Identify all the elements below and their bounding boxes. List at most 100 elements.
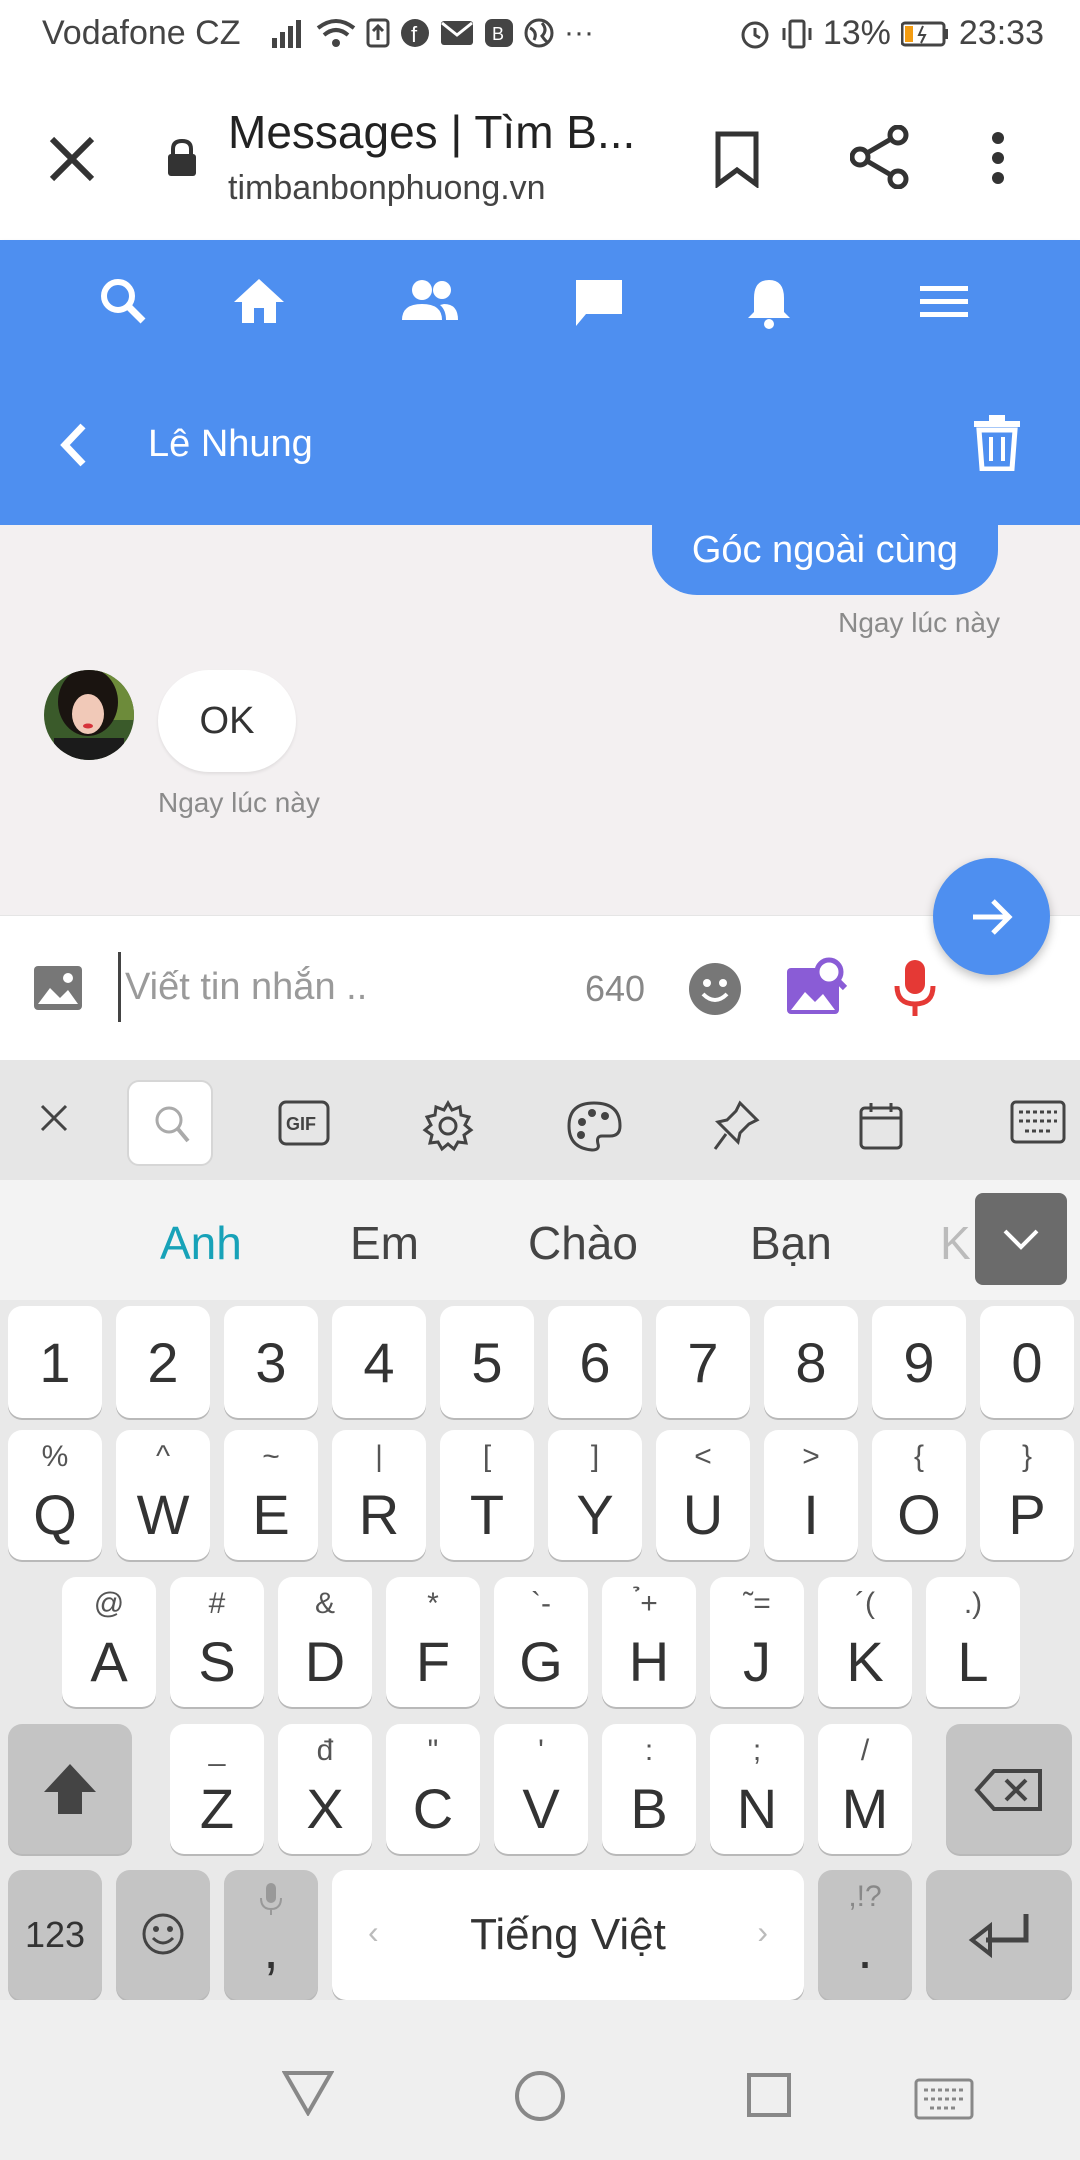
share-button[interactable] — [850, 125, 910, 189]
suggestion-4[interactable]: Bạn — [750, 1216, 832, 1270]
space-key[interactable]: ‹ Tiếng Việt › — [332, 1870, 804, 2000]
globe-icon — [524, 18, 554, 48]
alarm-icon — [741, 21, 769, 48]
key-4[interactable]: 4 — [332, 1306, 426, 1418]
key-e[interactable]: ~ E — [224, 1430, 318, 1560]
key-m[interactable]: / M — [818, 1724, 912, 1854]
key-f[interactable]: * F — [386, 1577, 480, 1707]
photo-search-button[interactable] — [785, 956, 847, 1018]
close-icon — [49, 136, 95, 182]
key-w[interactable]: ^ W — [116, 1430, 210, 1560]
vibrate-icon — [782, 19, 812, 48]
key-9[interactable]: 9 — [872, 1306, 966, 1418]
key-p[interactable]: } P — [980, 1430, 1074, 1560]
key-c[interactable]: " C — [386, 1724, 480, 1854]
key-h[interactable]: ̉+ H — [602, 1577, 696, 1707]
key-v[interactable]: ' V — [494, 1724, 588, 1854]
message-timestamp: Ngay lúc này — [838, 607, 1000, 638]
notifications-icon[interactable] — [744, 276, 794, 330]
close-tab-button[interactable] — [40, 127, 104, 191]
suggestion-3[interactable]: Chào — [528, 1216, 638, 1270]
comma-key[interactable]: , — [224, 1870, 318, 2000]
emoji-button[interactable] — [688, 962, 742, 1016]
key-q[interactable]: % Q — [8, 1430, 102, 1560]
key-j[interactable]: ˜= J — [710, 1577, 804, 1707]
key-1[interactable]: 1 — [8, 1306, 102, 1418]
key-2[interactable]: 2 — [116, 1306, 210, 1418]
key-i[interactable]: > I — [764, 1430, 858, 1560]
avatar[interactable] — [44, 670, 134, 760]
expand-suggestions-button[interactable] — [975, 1193, 1067, 1285]
keyboard-search-button[interactable] — [127, 1080, 213, 1166]
key-8[interactable]: 8 — [764, 1306, 858, 1418]
emoji-key[interactable] — [116, 1870, 210, 2000]
battery-icon — [900, 21, 948, 46]
suggestion-5[interactable]: K — [940, 1216, 971, 1270]
keyboard-icon[interactable] — [1010, 1100, 1066, 1144]
backspace-key[interactable] — [946, 1724, 1072, 1854]
key-t[interactable]: [T — [440, 1430, 534, 1560]
suggestion-1[interactable]: Anh — [160, 1216, 242, 1270]
key-d[interactable]: & D — [278, 1577, 372, 1707]
home-icon[interactable] — [232, 276, 286, 326]
arrow-right-icon — [973, 899, 1013, 935]
key-a[interactable]: @ A — [62, 1577, 156, 1707]
carrier-name: Vodafone CZ — [42, 14, 241, 52]
microphone-icon — [894, 960, 936, 1016]
delete-conversation-button[interactable] — [972, 413, 1022, 471]
send-button[interactable] — [933, 858, 1050, 975]
settings-gear-icon[interactable] — [422, 1100, 474, 1152]
menu-icon[interactable] — [918, 276, 970, 326]
attach-image-button[interactable] — [32, 964, 84, 1012]
smiley-icon — [142, 1913, 184, 1955]
messages-icon[interactable] — [572, 276, 626, 330]
message-list[interactable]: Góc ngoài cùng Ngay lúc này OK Ngay lúc … — [0, 525, 1080, 915]
key-5[interactable]: 5 — [440, 1306, 534, 1418]
key-l[interactable]: .) L — [926, 1577, 1020, 1707]
bookmark-button[interactable] — [712, 130, 762, 188]
close-icon[interactable] — [38, 1102, 70, 1134]
key-r[interactable]: | R — [332, 1430, 426, 1560]
clipboard-pin-icon[interactable] — [712, 1100, 760, 1152]
key-b[interactable]: :B — [602, 1724, 696, 1854]
key-3[interactable]: 3 — [224, 1306, 318, 1418]
chevron-down-icon — [1003, 1229, 1039, 1250]
key-6[interactable]: 6 — [548, 1306, 642, 1418]
key-0[interactable]: 0 — [980, 1306, 1074, 1418]
key-7[interactable]: 7 — [656, 1306, 750, 1418]
gif-icon[interactable]: GIF — [278, 1100, 330, 1146]
key-o[interactable]: {O — [872, 1430, 966, 1560]
character-counter: 640 — [585, 968, 646, 1009]
shift-key[interactable] — [8, 1724, 132, 1854]
more-vertical-icon — [992, 132, 1004, 184]
key-n[interactable]: ; N — [710, 1724, 804, 1854]
backspace-icon — [974, 1769, 1042, 1811]
period-key[interactable]: ,!? . — [818, 1870, 912, 2000]
key-u[interactable]: < U — [656, 1430, 750, 1560]
theme-palette-icon[interactable] — [566, 1100, 622, 1152]
key-z[interactable]: _ Z — [170, 1724, 264, 1854]
friends-icon[interactable] — [400, 276, 460, 326]
message-input[interactable] — [118, 952, 568, 1022]
suggestion-2[interactable]: Em — [350, 1216, 419, 1270]
message-composer: 640 — [0, 915, 1080, 1060]
calendar-icon[interactable] — [858, 1100, 904, 1152]
more-options-button[interactable] — [990, 130, 1006, 186]
status-icons: f B ··· — [270, 16, 594, 50]
page-url[interactable]: timbanbonphuong.vn — [228, 169, 546, 208]
key-s[interactable]: # S — [170, 1577, 264, 1707]
recents-square-icon[interactable] — [746, 2072, 792, 2118]
back-triangle-icon[interactable] — [282, 2070, 334, 2116]
key-k[interactable]: ´(K — [818, 1577, 912, 1707]
home-circle-icon[interactable] — [514, 2070, 566, 2122]
voice-message-button[interactable] — [893, 958, 937, 1018]
numbers-key[interactable]: 123 — [8, 1870, 102, 2000]
keyboard-hide-icon[interactable] — [914, 2078, 974, 2120]
enter-key[interactable] — [926, 1870, 1072, 2000]
enter-icon — [968, 1914, 1029, 1959]
key-g[interactable]: `- G — [494, 1577, 588, 1707]
search-icon[interactable] — [98, 276, 148, 326]
back-button[interactable] — [55, 420, 91, 470]
key-x[interactable]: đX — [278, 1724, 372, 1854]
key-y[interactable]: ] Y — [548, 1430, 642, 1560]
